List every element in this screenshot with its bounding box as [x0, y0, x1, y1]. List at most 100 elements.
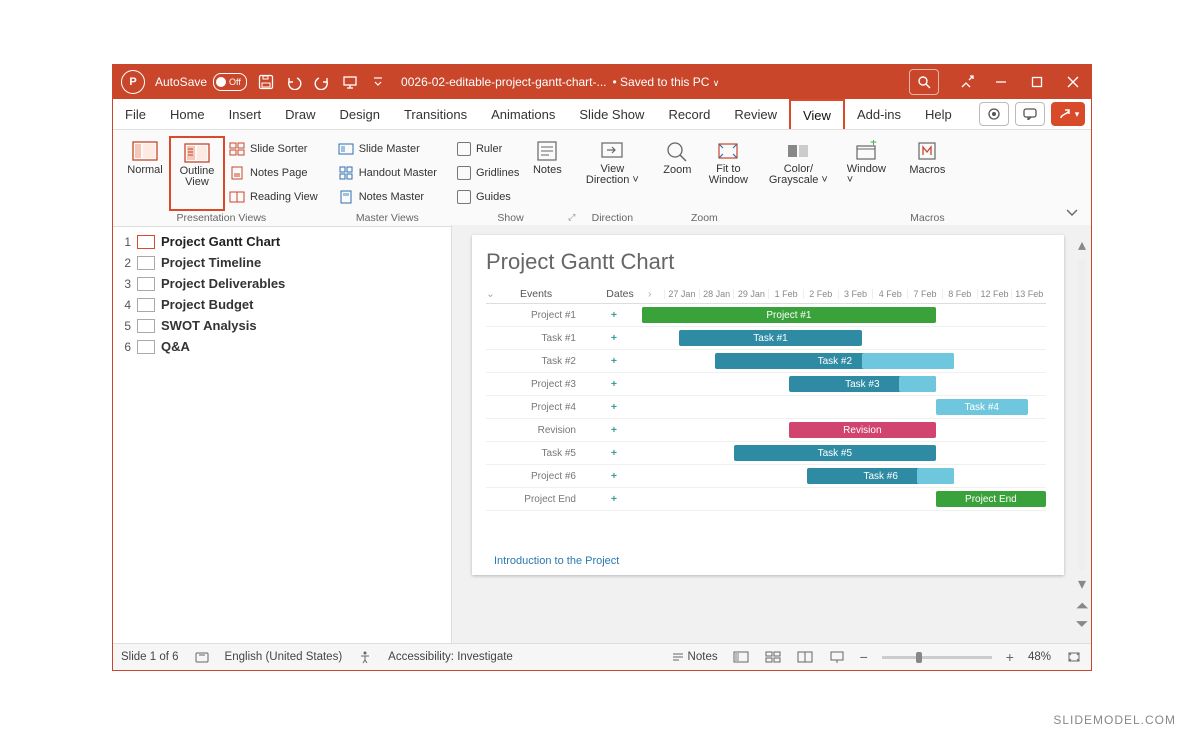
search-button[interactable] [909, 69, 939, 95]
tab-help[interactable]: Help [913, 99, 964, 129]
zoom-button[interactable]: Zoom [653, 136, 701, 211]
tab-file[interactable]: File [113, 99, 158, 129]
tab-view[interactable]: View [789, 99, 845, 129]
accessibility-label[interactable]: Accessibility: Investigate [388, 651, 513, 663]
gantt-row: Project #4+Task #4 [486, 396, 1046, 419]
expand-icon[interactable]: + [586, 332, 642, 344]
expand-icon[interactable]: + [586, 470, 642, 482]
language-icon[interactable] [193, 650, 211, 664]
slide-canvas[interactable]: Project Gantt Chart ⌄ Events Dates › 27 … [452, 225, 1091, 644]
notes-toggle[interactable]: Notes [671, 651, 718, 663]
expand-icon[interactable]: + [586, 447, 642, 459]
slide-thumb-icon [137, 298, 155, 312]
outline-item[interactable]: 2Project Timeline [117, 252, 447, 273]
slide-thumb-icon [137, 340, 155, 354]
zoom-slider[interactable] [882, 656, 992, 659]
outline-pane[interactable]: 1Project Gantt Chart2Project Timeline3Pr… [113, 225, 452, 644]
show-dialog-launcher-icon[interactable]: ⤢ [568, 212, 575, 223]
normal-view-status-icon[interactable] [732, 650, 750, 664]
close-button[interactable] [1055, 65, 1091, 99]
comments-button[interactable] [1015, 102, 1045, 126]
slide-thumb-icon [137, 277, 155, 291]
undo-icon[interactable] [285, 73, 303, 91]
ruler-checkbox[interactable]: Ruler [453, 138, 523, 160]
gantt-row: Task #2+Task #2 [486, 350, 1046, 373]
fit-to-window-button[interactable]: Fit toWindow [701, 136, 755, 211]
outline-item[interactable]: 5SWOT Analysis [117, 315, 447, 336]
slide-counter[interactable]: Slide 1 of 6 [121, 651, 179, 663]
tab-draw[interactable]: Draw [273, 99, 327, 129]
gantt-row: Project End+Project End [486, 488, 1046, 511]
handout-master-button[interactable]: Handout Master [334, 162, 441, 184]
expand-icon[interactable]: + [586, 355, 642, 367]
macros-button[interactable]: Macros [903, 136, 951, 211]
slide-thumb-icon [137, 256, 155, 270]
tab-design[interactable]: Design [328, 99, 392, 129]
outline-item[interactable]: 1Project Gantt Chart [117, 231, 447, 252]
collapse-ribbon-icon[interactable] [1065, 207, 1079, 220]
status-bar: Slide 1 of 6 English (United States) Acc… [113, 643, 1091, 670]
language-label[interactable]: English (United States) [225, 651, 343, 663]
zoom-in-button[interactable]: + [1006, 649, 1014, 665]
prev-slide-icon[interactable]: ⏶ [1076, 598, 1089, 616]
reading-view-status-icon[interactable] [796, 650, 814, 664]
expand-icon[interactable]: + [586, 424, 642, 436]
redo-icon[interactable] [313, 73, 331, 91]
document-title[interactable]: 0026-02-editable-project-gantt-chart-... [401, 75, 606, 89]
expand-icon[interactable]: + [586, 378, 642, 390]
reading-view-button[interactable]: Reading View [225, 186, 322, 208]
tab-slide-show[interactable]: Slide Show [567, 99, 656, 129]
normal-view-button[interactable]: Normal [121, 136, 169, 211]
autosave-toggle[interactable]: AutoSave Off [155, 73, 247, 91]
present-icon[interactable] [341, 73, 359, 91]
expand-icon[interactable]: + [586, 401, 642, 413]
gridlines-checkbox[interactable]: Gridlines [453, 162, 523, 184]
window-button[interactable]: + Window˅ [841, 136, 891, 223]
coming-soon-icon[interactable] [959, 73, 977, 91]
gantt-chart: ⌄ Events Dates › 27 Jan28 Jan29 Jan1 Feb… [486, 285, 1046, 511]
notes-button[interactable]: Notes [523, 136, 571, 211]
chevron-down-icon[interactable]: ⌄ [486, 288, 502, 300]
slide-preview: Project Gantt Chart ⌄ Events Dates › 27 … [472, 235, 1064, 575]
tab-transitions[interactable]: Transitions [392, 99, 479, 129]
slide-title: Project Gantt Chart [486, 249, 1050, 275]
next-slide-icon[interactable]: ⏷ [1076, 616, 1089, 634]
expand-icon[interactable]: + [586, 493, 642, 505]
slideshow-status-icon[interactable] [828, 650, 846, 664]
guides-checkbox[interactable]: Guides [453, 186, 523, 208]
notes-page-button[interactable]: Notes Page [225, 162, 322, 184]
maximize-button[interactable] [1019, 65, 1055, 99]
view-direction-button[interactable]: ViewDirection ˅ [583, 136, 641, 211]
notes-master-button[interactable]: Notes Master [334, 186, 441, 208]
slide-sorter-button[interactable]: Slide Sorter [225, 138, 322, 160]
scroll-down-icon[interactable]: ▾ [1078, 574, 1086, 594]
scroll-up-icon[interactable]: ▴ [1078, 235, 1086, 255]
gantt-row: Project #6+Task #6 [486, 465, 1046, 488]
save-icon[interactable] [257, 73, 275, 91]
tab-home[interactable]: Home [158, 99, 217, 129]
qat-more-icon[interactable] [369, 73, 387, 91]
zoom-out-button[interactable]: − [860, 649, 868, 665]
camera-button[interactable] [979, 102, 1009, 126]
outline-item[interactable]: 6Q&A [117, 336, 447, 357]
outline-item[interactable]: 4Project Budget [117, 294, 447, 315]
minimize-button[interactable] [983, 65, 1019, 99]
tab-record[interactable]: Record [656, 99, 722, 129]
tab-insert[interactable]: Insert [217, 99, 274, 129]
gantt-row: Project #1+Project #1 [486, 304, 1046, 327]
outline-view-button[interactable]: OutlineView [169, 136, 225, 211]
slide-master-button[interactable]: Slide Master [334, 138, 441, 160]
outline-item[interactable]: 3Project Deliverables [117, 273, 447, 294]
share-button[interactable]: ▾ [1051, 102, 1085, 126]
color-grayscale-button[interactable]: Color/Grayscale ˅ [767, 136, 829, 223]
expand-icon[interactable]: + [586, 309, 642, 321]
tab-review[interactable]: Review [722, 99, 789, 129]
save-status[interactable]: • Saved to this PC ∨ [613, 75, 720, 89]
zoom-level[interactable]: 48% [1028, 651, 1051, 663]
tab-add-ins[interactable]: Add-ins [845, 99, 913, 129]
fit-status-icon[interactable] [1065, 650, 1083, 664]
accessibility-icon[interactable] [356, 650, 374, 664]
tab-animations[interactable]: Animations [479, 99, 567, 129]
vertical-scrollbar[interactable]: ▴ ▾ ⏶ ⏷ [1075, 235, 1089, 634]
sorter-view-status-icon[interactable] [764, 650, 782, 664]
